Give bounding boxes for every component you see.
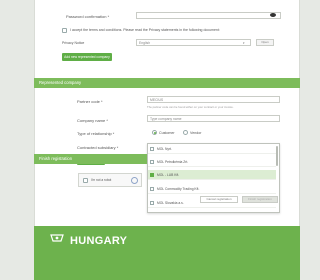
page: Password confirmation * I accept the ter… bbox=[0, 0, 318, 280]
finish-registration-header: Finish registration bbox=[34, 154, 147, 164]
privacy-language-value: English bbox=[139, 41, 151, 45]
subsidiary-option-label: MOL - LUB Kft. bbox=[157, 173, 180, 177]
captcha-label: I'm not a robot bbox=[91, 178, 112, 182]
terms-checkbox[interactable] bbox=[62, 28, 67, 33]
checkbox-icon bbox=[150, 201, 154, 205]
partner-code-value: MECIUS bbox=[150, 98, 164, 102]
footer-country: HUNGARY bbox=[70, 235, 128, 247]
password-confirm-input[interactable] bbox=[136, 12, 281, 19]
recaptcha-icon bbox=[131, 177, 138, 184]
represented-company-header: Represented company bbox=[34, 78, 300, 88]
customer-radio[interactable] bbox=[152, 130, 157, 135]
subsidiary-option-label: MOL Slovakia a.s. bbox=[157, 201, 184, 205]
checkbox-icon bbox=[150, 147, 154, 151]
partner-code-label: Partner code * bbox=[77, 99, 103, 104]
subsidiary-option[interactable]: MOL Nyrt. bbox=[148, 144, 276, 154]
partner-code-hint: The partner code can be found either on … bbox=[147, 105, 234, 109]
subsidiary-option[interactable]: MOL Petrolkémia Zrt. bbox=[148, 157, 276, 167]
terms-text: I accept the terms and conditions. Pleas… bbox=[70, 28, 220, 32]
add-company-button[interactable]: Add new represented company bbox=[62, 53, 112, 61]
captcha-checkbox[interactable] bbox=[83, 178, 88, 183]
chevron-down-icon: ▾ bbox=[243, 41, 245, 45]
company-name-label: Company name * bbox=[77, 118, 108, 123]
checkbox-icon bbox=[150, 160, 154, 164]
subsidiary-option-label: MOL Petrolkémia Zrt. bbox=[157, 160, 189, 164]
finish-registration-button[interactable]: Finish registration bbox=[242, 196, 278, 203]
vendor-radio[interactable] bbox=[183, 130, 188, 135]
cancel-registration-button[interactable]: Cancel registration bbox=[200, 196, 238, 203]
dropdown-scrollbar[interactable] bbox=[276, 146, 278, 166]
company-name-input[interactable]: Type company name bbox=[147, 115, 280, 122]
eye-icon[interactable] bbox=[270, 13, 276, 17]
checkbox-checked-icon bbox=[150, 173, 154, 177]
privacy-notice-label: Privacy Notice bbox=[62, 41, 85, 45]
password-confirm-label: Password confirmation * bbox=[66, 14, 110, 19]
partner-code-input[interactable]: MECIUS bbox=[147, 96, 280, 103]
customer-radio-label: Customer bbox=[159, 131, 175, 135]
open-button[interactable]: Open bbox=[256, 39, 274, 46]
subsidiary-option[interactable]: MOL Commodity Trading Kft. bbox=[148, 184, 276, 194]
mol-logo-icon bbox=[50, 234, 64, 242]
privacy-language-select[interactable]: English bbox=[136, 39, 251, 46]
relationship-label: Type of relationship * bbox=[77, 131, 115, 136]
subsidiary-label: Contracted subsidiary * bbox=[77, 145, 119, 150]
captcha-box: I'm not a robot bbox=[78, 173, 142, 187]
subsidiary-option-selected[interactable]: MOL - LUB Kft. bbox=[148, 170, 276, 180]
vendor-radio-label: Vendor bbox=[190, 131, 202, 135]
subsidiary-option-label: MOL Commodity Trading Kft. bbox=[157, 187, 200, 191]
subsidiary-option-label: MOL Nyrt. bbox=[157, 147, 172, 151]
company-name-placeholder: Type company name bbox=[150, 117, 182, 121]
checkbox-icon bbox=[150, 187, 154, 191]
